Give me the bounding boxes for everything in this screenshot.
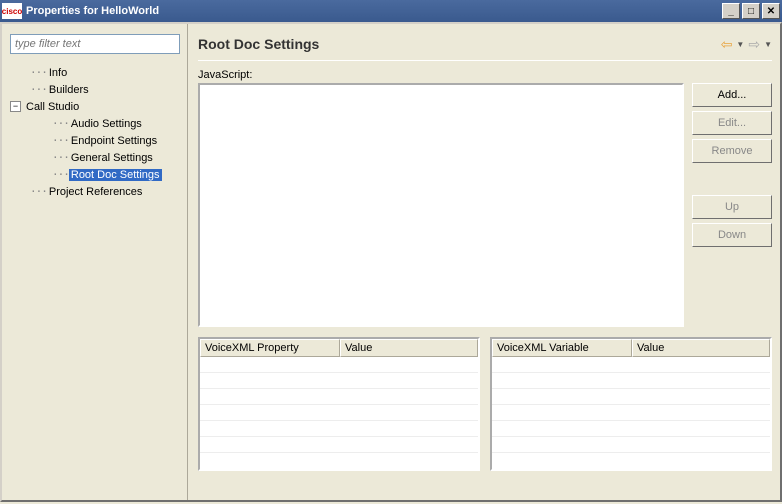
add-button[interactable]: Add...	[692, 83, 772, 107]
tree-item-builders[interactable]: ···Builders	[12, 81, 181, 98]
variable-col-header[interactable]: VoiceXML Variable	[492, 339, 632, 357]
page-title: Root Doc Settings	[198, 36, 721, 52]
property-value-header[interactable]: Value	[340, 339, 478, 357]
forward-menu-icon[interactable]: ▼	[764, 40, 772, 49]
content-area: ···Info ···Builders −Call Studio ···Audi…	[0, 22, 782, 502]
window-title: Properties for HelloWorld	[26, 5, 722, 17]
tree-item-rootdoc[interactable]: ···Root Doc Settings	[12, 166, 181, 183]
variable-value-header[interactable]: Value	[632, 339, 770, 357]
nav-tree: ···Info ···Builders −Call Studio ···Audi…	[10, 64, 181, 200]
separator	[198, 60, 772, 61]
javascript-list[interactable]	[198, 83, 684, 327]
forward-arrow-icon[interactable]: ⇨	[748, 36, 760, 53]
remove-button[interactable]: Remove	[692, 139, 772, 163]
voicexml-property-table[interactable]: VoiceXML Property Value	[198, 337, 480, 471]
filter-input[interactable]	[10, 34, 180, 54]
collapse-icon[interactable]: −	[10, 101, 21, 112]
edit-button[interactable]: Edit...	[692, 111, 772, 135]
tree-item-endpoint[interactable]: ···Endpoint Settings	[12, 132, 181, 149]
tree-item-projectrefs[interactable]: ···Project References	[12, 183, 181, 200]
navigation-panel: ···Info ···Builders −Call Studio ···Audi…	[2, 24, 188, 500]
maximize-button[interactable]: □	[742, 3, 760, 19]
down-button[interactable]: Down	[692, 223, 772, 247]
tree-item-general[interactable]: ···General Settings	[12, 149, 181, 166]
back-menu-icon[interactable]: ▼	[736, 40, 744, 49]
tree-item-callstudio[interactable]: −Call Studio	[12, 98, 181, 115]
titlebar: cisco Properties for HelloWorld _ □ ✕	[0, 0, 782, 22]
up-button[interactable]: Up	[692, 195, 772, 219]
property-col-header[interactable]: VoiceXML Property	[200, 339, 340, 357]
tree-item-info[interactable]: ···Info	[12, 64, 181, 81]
back-arrow-icon[interactable]: ⇦	[721, 36, 733, 53]
tree-item-audio[interactable]: ···Audio Settings	[12, 115, 181, 132]
button-column: Add... Edit... Remove Up Down	[692, 83, 772, 327]
app-logo: cisco	[2, 3, 22, 19]
settings-panel: Root Doc Settings ⇦ ▼ ⇨ ▼ JavaScript: Ad…	[188, 24, 780, 500]
nav-arrows: ⇦ ▼ ⇨ ▼	[721, 36, 772, 53]
close-button[interactable]: ✕	[762, 3, 780, 19]
minimize-button[interactable]: _	[722, 3, 740, 19]
javascript-label: JavaScript:	[198, 69, 772, 81]
voicexml-variable-table[interactable]: VoiceXML Variable Value	[490, 337, 772, 471]
